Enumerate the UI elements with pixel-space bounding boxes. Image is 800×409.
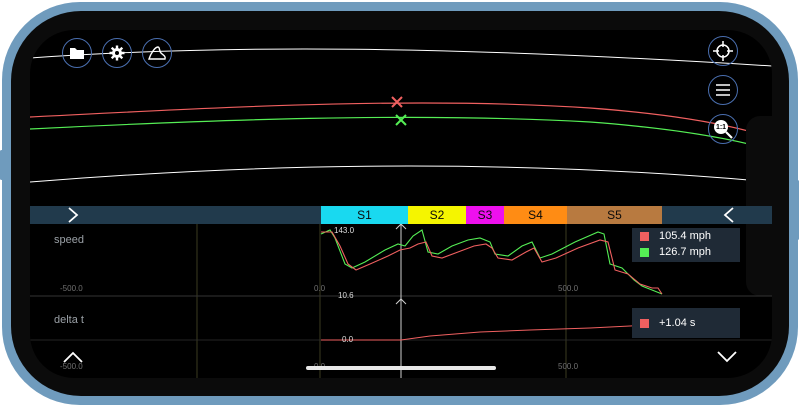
legend-speed-red: 105.4 mph xyxy=(659,230,711,242)
zoom-label: 1:1 xyxy=(715,123,727,131)
chevron-left-icon[interactable] xyxy=(722,206,736,224)
legend-swatch-red xyxy=(640,231,649,241)
open-file-button[interactable] xyxy=(62,38,92,68)
legend-speed-green: 126.7 mph xyxy=(659,246,711,258)
track-shape-icon xyxy=(148,46,166,60)
sector-bar: S1 S2 S3 S4 S5 xyxy=(30,206,772,224)
legend-row: +1.04 s xyxy=(632,315,695,331)
speed-trace-red xyxy=(321,231,663,295)
sector-s2-label: S2 xyxy=(429,208,445,222)
legend-swatch-green xyxy=(640,247,649,257)
chevron-down-icon[interactable] xyxy=(716,350,738,364)
track-select-button[interactable] xyxy=(142,38,172,68)
sector-s1-label: S1 xyxy=(357,208,372,222)
lap-line-green xyxy=(30,116,772,151)
sector-s3-label: S3 xyxy=(477,208,493,222)
folder-icon xyxy=(70,48,84,59)
chevron-up-icon[interactable] xyxy=(62,350,84,364)
legend-delta-red: +1.04 s xyxy=(659,317,696,329)
gear-icon xyxy=(109,45,125,61)
speed-cursor-max: 143.0 xyxy=(334,226,355,235)
track-map xyxy=(30,48,772,183)
legend-swatch-red xyxy=(640,318,649,328)
sector-s2[interactable]: S2 xyxy=(408,206,466,224)
car-marker-red xyxy=(391,96,403,108)
home-indicator[interactable] xyxy=(306,366,496,370)
legend-row: 126.7 mph xyxy=(632,244,740,260)
menu-icon xyxy=(716,84,730,96)
crosshair-icon xyxy=(713,41,733,61)
sector-s3[interactable]: S3 xyxy=(466,206,504,224)
telemetry-charts: speed delta t 143.0 10.6 0.0 -500.0 0.0 … xyxy=(30,224,772,378)
phone-device: 1:1 S1 S2 S3 S4 S5 speed delta t 143.0 1… xyxy=(0,0,800,409)
sector-s4-label: S4 xyxy=(528,208,543,222)
menu-button[interactable] xyxy=(708,75,738,105)
car-marker-green xyxy=(395,114,407,126)
sector-s1[interactable]: S1 xyxy=(321,206,408,224)
speed-x-tick: 0.0 xyxy=(314,284,326,293)
delta-cursor-value: 0.0 xyxy=(342,335,354,344)
speed-cursor-min: 10.6 xyxy=(338,291,354,300)
speed-panel-label: speed xyxy=(54,234,84,246)
sector-s5-label: S5 xyxy=(607,208,622,222)
track-edge-inner xyxy=(30,165,772,183)
delta-panel-label: delta t xyxy=(54,314,84,326)
delta-legend: +1.04 s xyxy=(632,308,740,338)
sector-s5[interactable]: S5 xyxy=(567,206,662,224)
power-button xyxy=(796,180,799,240)
speed-trace-green xyxy=(320,229,663,295)
recenter-button[interactable] xyxy=(708,36,738,66)
delta-x-tick: 500.0 xyxy=(558,362,579,371)
settings-button[interactable] xyxy=(102,38,132,68)
chevron-right-icon[interactable] xyxy=(66,206,80,224)
app-screen: 1:1 S1 S2 S3 S4 S5 speed delta t 143.0 1… xyxy=(30,30,772,378)
speed-x-tick: -500.0 xyxy=(60,284,83,293)
speed-x-tick: 500.0 xyxy=(558,284,579,293)
legend-row: 105.4 mph xyxy=(632,228,740,244)
sector-s4[interactable]: S4 xyxy=(504,206,567,224)
delta-t-trace xyxy=(321,323,663,341)
volume-button xyxy=(0,150,3,180)
zoom-reset-button[interactable]: 1:1 xyxy=(708,114,738,144)
speed-legend: 105.4 mph 126.7 mph xyxy=(632,228,740,262)
